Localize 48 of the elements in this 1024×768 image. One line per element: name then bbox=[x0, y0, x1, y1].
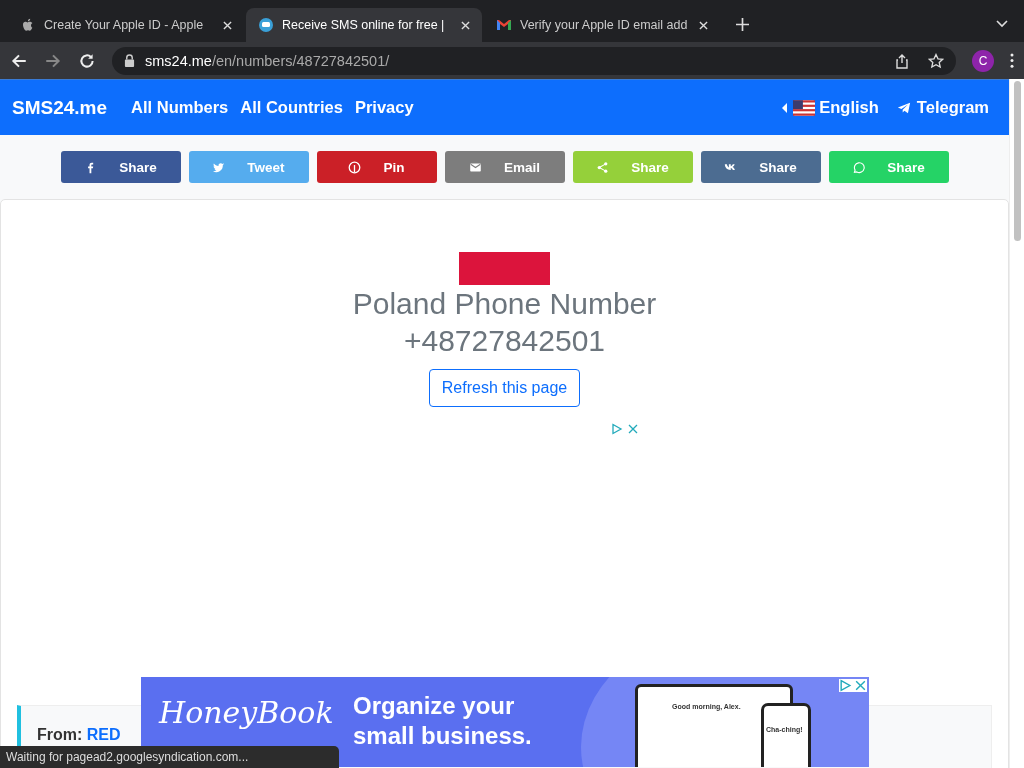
profile-avatar[interactable]: C bbox=[972, 49, 994, 72]
share-icon bbox=[596, 160, 610, 174]
share-button[interactable]: Tweet bbox=[188, 151, 309, 183]
pinterest-icon bbox=[348, 160, 362, 174]
plus-icon[interactable] bbox=[736, 18, 749, 31]
phone-number: +48727842501 bbox=[403, 323, 606, 359]
site-logo[interactable]: SMS24.me bbox=[12, 96, 108, 119]
ad-headline: Organize your small business. bbox=[353, 691, 533, 751]
browser-tab[interactable]: Verify your Apple ID email add bbox=[484, 8, 720, 42]
chevron-down-icon[interactable] bbox=[996, 20, 1008, 28]
share-button[interactable]: Pin bbox=[316, 151, 437, 183]
sender-label: From: RED bbox=[37, 726, 121, 744]
nav-link[interactable]: All Numbers bbox=[131, 98, 229, 117]
lock-icon bbox=[124, 54, 135, 67]
browser-tab[interactable]: Receive SMS online for free | bbox=[246, 8, 482, 42]
nav-link[interactable]: All Countries bbox=[240, 98, 343, 117]
caret-icon bbox=[782, 102, 788, 113]
twitter-icon bbox=[212, 160, 226, 174]
browser-tab[interactable]: Create Your Apple ID - Apple bbox=[8, 8, 244, 42]
chat-bubble-icon bbox=[258, 17, 274, 33]
scrollbar[interactable] bbox=[1009, 79, 1024, 768]
address-bar[interactable]: sms24.me/en/numbers/48727842501/ bbox=[112, 46, 956, 75]
page-title: Poland Phone Number bbox=[352, 286, 657, 322]
menu-icon[interactable] bbox=[1010, 53, 1014, 68]
ad-logo: HoneyBook bbox=[159, 695, 334, 730]
tab-title: Receive SMS online for free | bbox=[282, 18, 446, 32]
play-icon[interactable] bbox=[610, 423, 623, 435]
share-button[interactable]: Share bbox=[700, 151, 821, 183]
reload-icon[interactable] bbox=[78, 51, 96, 70]
play-icon[interactable] bbox=[839, 679, 852, 692]
share-button[interactable]: Share bbox=[60, 151, 181, 183]
telegram-link[interactable]: Telegram bbox=[916, 98, 989, 117]
share-button[interactable]: Email bbox=[444, 151, 565, 183]
star-icon[interactable] bbox=[928, 52, 944, 69]
flag-icon bbox=[459, 252, 550, 285]
paper-plane-icon bbox=[896, 100, 911, 115]
share-icon[interactable] bbox=[894, 52, 910, 69]
whatsapp-icon bbox=[852, 160, 866, 174]
status-bar: Waiting for pagead2.googlesyndication.com... bbox=[0, 746, 339, 768]
language-link[interactable]: English bbox=[819, 98, 879, 117]
email-icon bbox=[469, 160, 482, 174]
envelope-icon bbox=[496, 17, 512, 33]
url-text: sms24.me/en/numbers/48727842501/ bbox=[145, 52, 390, 69]
tab-title: Create Your Apple ID - Apple bbox=[44, 18, 205, 32]
refresh-button[interactable]: Refresh this page bbox=[428, 369, 581, 407]
flag-icon bbox=[793, 99, 816, 116]
nav-link[interactable]: Privacy bbox=[354, 98, 414, 117]
tab-title: Verify your Apple ID email add bbox=[520, 18, 689, 32]
